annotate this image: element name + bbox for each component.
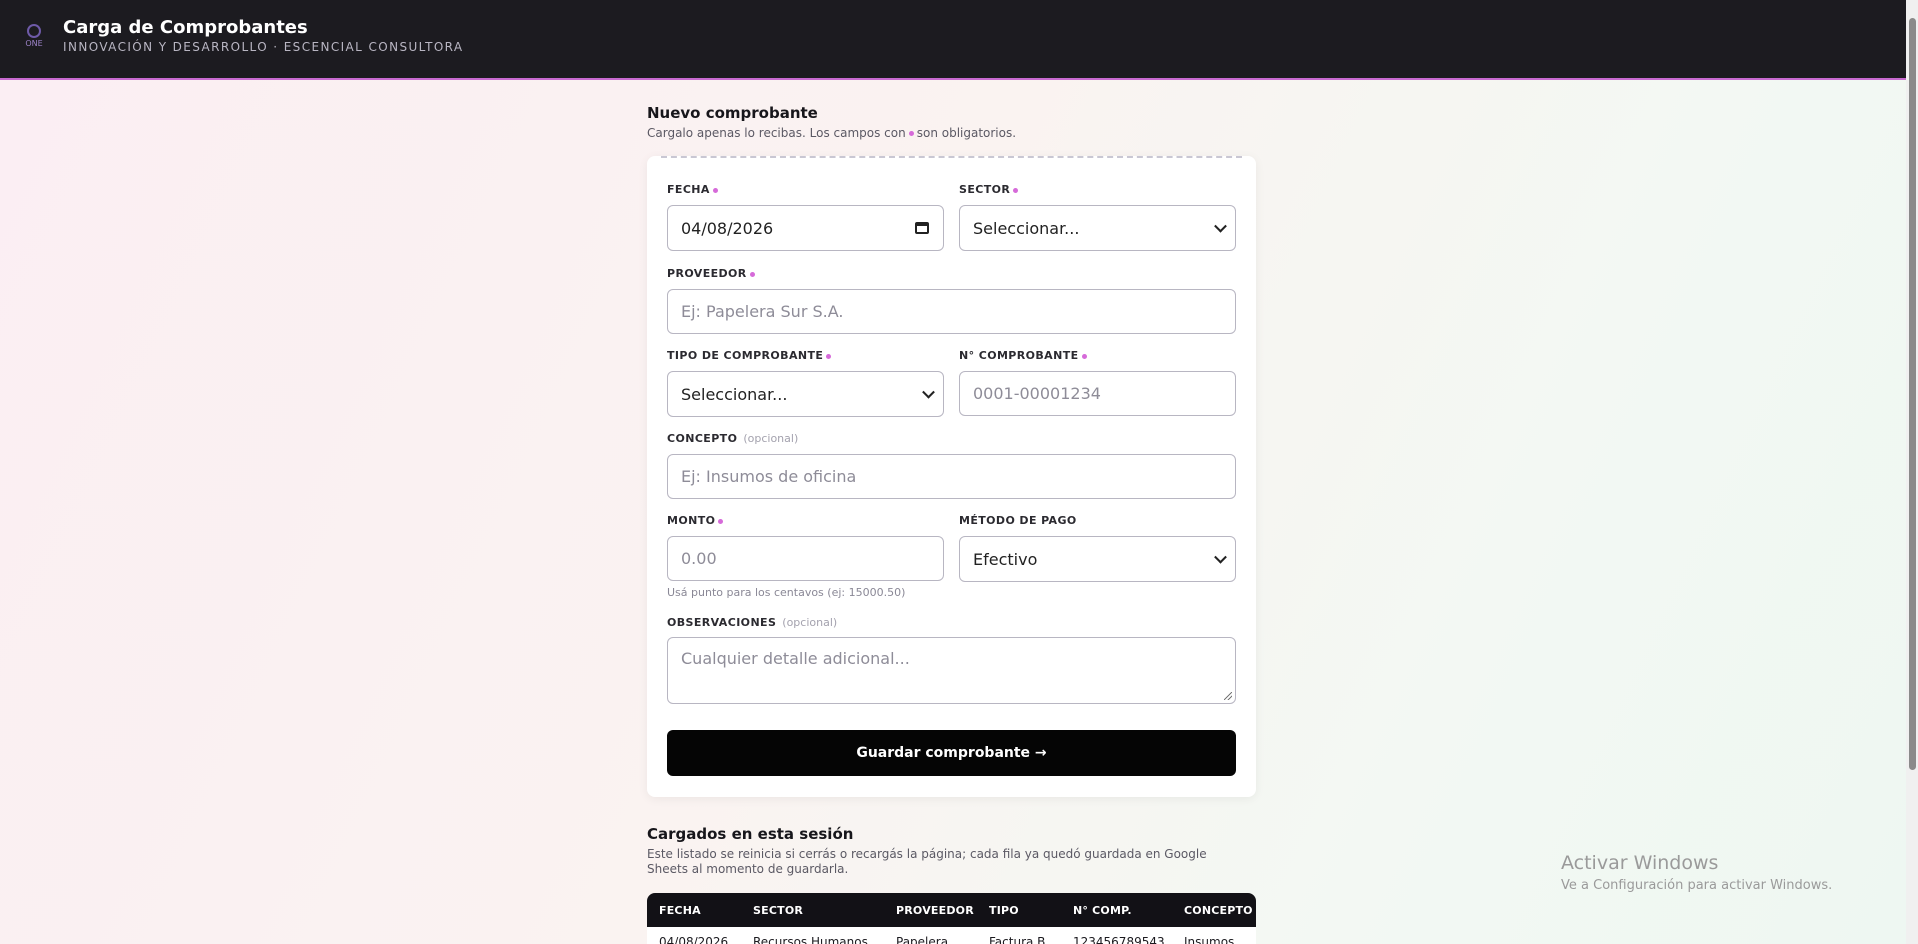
concepto-placeholder: Ej: Insumos de oficina <box>681 467 857 486</box>
proveedor-input[interactable]: Ej: Papelera Sur S.A. <box>667 289 1236 334</box>
column-header-sector: SECTOR <box>753 904 804 917</box>
sector-value: Seleccionar... <box>973 218 1080 238</box>
cell-tipo: Factura B <box>989 935 1046 944</box>
fecha-input[interactable]: 04/08/2026 <box>667 205 944 251</box>
proveedor-label-text: PROVEEDOR <box>667 267 747 280</box>
monto-hint: Usá punto para los centavos (ej: 15000.5… <box>667 586 906 599</box>
table-header: FECHA SECTOR PROVEEDOR TIPO N° COMP. CON… <box>647 893 1256 927</box>
session-table: FECHA SECTOR PROVEEDOR TIPO N° COMP. CON… <box>647 893 1256 944</box>
required-dot-icon <box>1013 187 1019 193</box>
cell-numero: 123456789543 <box>1073 935 1165 944</box>
proveedor-placeholder: Ej: Papelera Sur S.A. <box>681 302 844 321</box>
fecha-value: 04/08/2026 <box>681 218 774 238</box>
calendar-icon[interactable] <box>915 222 929 234</box>
metodo-value: Efectivo <box>973 549 1038 569</box>
cell-concepto: Insumos <box>1184 935 1235 944</box>
fecha-label-text: FECHA <box>667 183 710 196</box>
voucher-form-card: FECHA 04/08/2026 SECTOR Seleccionar... P… <box>647 156 1256 797</box>
tipo-label: TIPO DE COMPROBANTE <box>667 349 834 362</box>
observaciones-textarea[interactable]: Cualquier detalle adicional... <box>667 637 1236 704</box>
save-voucher-button[interactable]: Guardar comprobante → <box>667 730 1236 776</box>
logo-text: ONE <box>25 39 43 48</box>
chevron-down-icon <box>1214 219 1227 233</box>
scrollbar-thumb[interactable] <box>1909 18 1916 770</box>
sector-select[interactable]: Seleccionar... <box>959 205 1236 251</box>
required-dot-icon <box>712 187 718 193</box>
column-header-proveedor: PROVEEDOR <box>896 904 974 917</box>
monto-label-text: MONTO <box>667 514 716 527</box>
metodo-select[interactable]: Efectivo <box>959 536 1236 582</box>
metodo-label: MÉTODO DE PAGO <box>959 514 1077 527</box>
column-header-fecha: FECHA <box>659 904 701 917</box>
column-header-concepto: CONCEPTO <box>1184 904 1253 917</box>
metodo-label-text: MÉTODO DE PAGO <box>959 514 1077 527</box>
cell-proveedor: Papelera <box>896 935 949 944</box>
proveedor-label: PROVEEDOR <box>667 267 758 280</box>
observaciones-label-text: OBSERVACIONES <box>667 616 777 629</box>
form-title: Nuevo comprobante <box>647 104 818 122</box>
top-bar: ONE Carga de Comprobantes INNOVACIÓN Y D… <box>0 0 1906 80</box>
observaciones-placeholder: Cualquier detalle adicional... <box>681 649 910 668</box>
monto-placeholder: 0.00 <box>681 549 717 568</box>
resize-handle-icon[interactable] <box>1224 692 1232 700</box>
tipo-select[interactable]: Seleccionar... <box>667 371 944 417</box>
numero-input[interactable]: 0001-00001234 <box>959 371 1236 416</box>
numero-placeholder: 0001-00001234 <box>973 384 1101 403</box>
card-divider <box>661 156 1242 158</box>
concepto-input[interactable]: Ej: Insumos de oficina <box>667 454 1236 499</box>
form-description: Cargalo apenas lo recibas. Los campos co… <box>647 126 1247 141</box>
concepto-label-text: CONCEPTO <box>667 432 738 445</box>
cell-sector: Recursos Humanos <box>753 935 868 944</box>
observaciones-optional-tag: (opcional) <box>782 616 838 629</box>
required-dot-icon <box>718 518 724 524</box>
fecha-label: FECHA <box>667 183 721 196</box>
chevron-down-icon <box>922 385 935 399</box>
tipo-label-text: TIPO DE COMPROBANTE <box>667 349 824 362</box>
cell-fecha: 04/08/2026 <box>659 935 729 944</box>
session-description: Este listado se reinicia si cerrás o rec… <box>647 847 1207 876</box>
observaciones-label: OBSERVACIONES (opcional) <box>667 616 837 629</box>
concepto-optional-tag: (opcional) <box>743 432 799 445</box>
table-row: 04/08/2026 Recursos Humanos Papelera Fac… <box>647 927 1256 944</box>
app-logo: ONE <box>23 24 45 48</box>
chevron-down-icon <box>1214 550 1227 564</box>
form-description-end: son obligatorios. <box>916 126 1017 140</box>
activation-watermark-title: Activar Windows <box>1561 852 1719 874</box>
numero-label-text: N° COMPROBANTE <box>959 349 1079 362</box>
app-title: Carga de Comprobantes <box>63 17 308 38</box>
logo-circle-icon <box>27 24 41 38</box>
activation-watermark-subtitle: Ve a Configuración para activar Windows. <box>1561 878 1833 893</box>
concepto-label: CONCEPTO (opcional) <box>667 432 798 445</box>
column-header-numero: N° COMP. <box>1073 904 1132 917</box>
page-scrollbar[interactable] <box>1906 0 1918 944</box>
form-description-text: Cargalo apenas lo recibas. Los campos co… <box>647 126 906 140</box>
required-dot-icon <box>826 353 832 359</box>
tipo-value: Seleccionar... <box>681 384 788 404</box>
sector-label: SECTOR <box>959 183 1021 196</box>
required-dot-icon <box>749 271 755 277</box>
monto-input[interactable]: 0.00 <box>667 536 944 581</box>
required-dot-icon <box>1081 353 1087 359</box>
column-header-tipo: TIPO <box>989 904 1019 917</box>
app-subtitle: INNOVACIÓN Y DESARROLLO · ESCENCIAL CONS… <box>63 40 464 54</box>
monto-label: MONTO <box>667 514 726 527</box>
sector-label-text: SECTOR <box>959 183 1011 196</box>
required-dot-icon <box>908 131 914 136</box>
numero-label: N° COMPROBANTE <box>959 349 1090 362</box>
session-title: Cargados en esta sesión <box>647 825 854 843</box>
